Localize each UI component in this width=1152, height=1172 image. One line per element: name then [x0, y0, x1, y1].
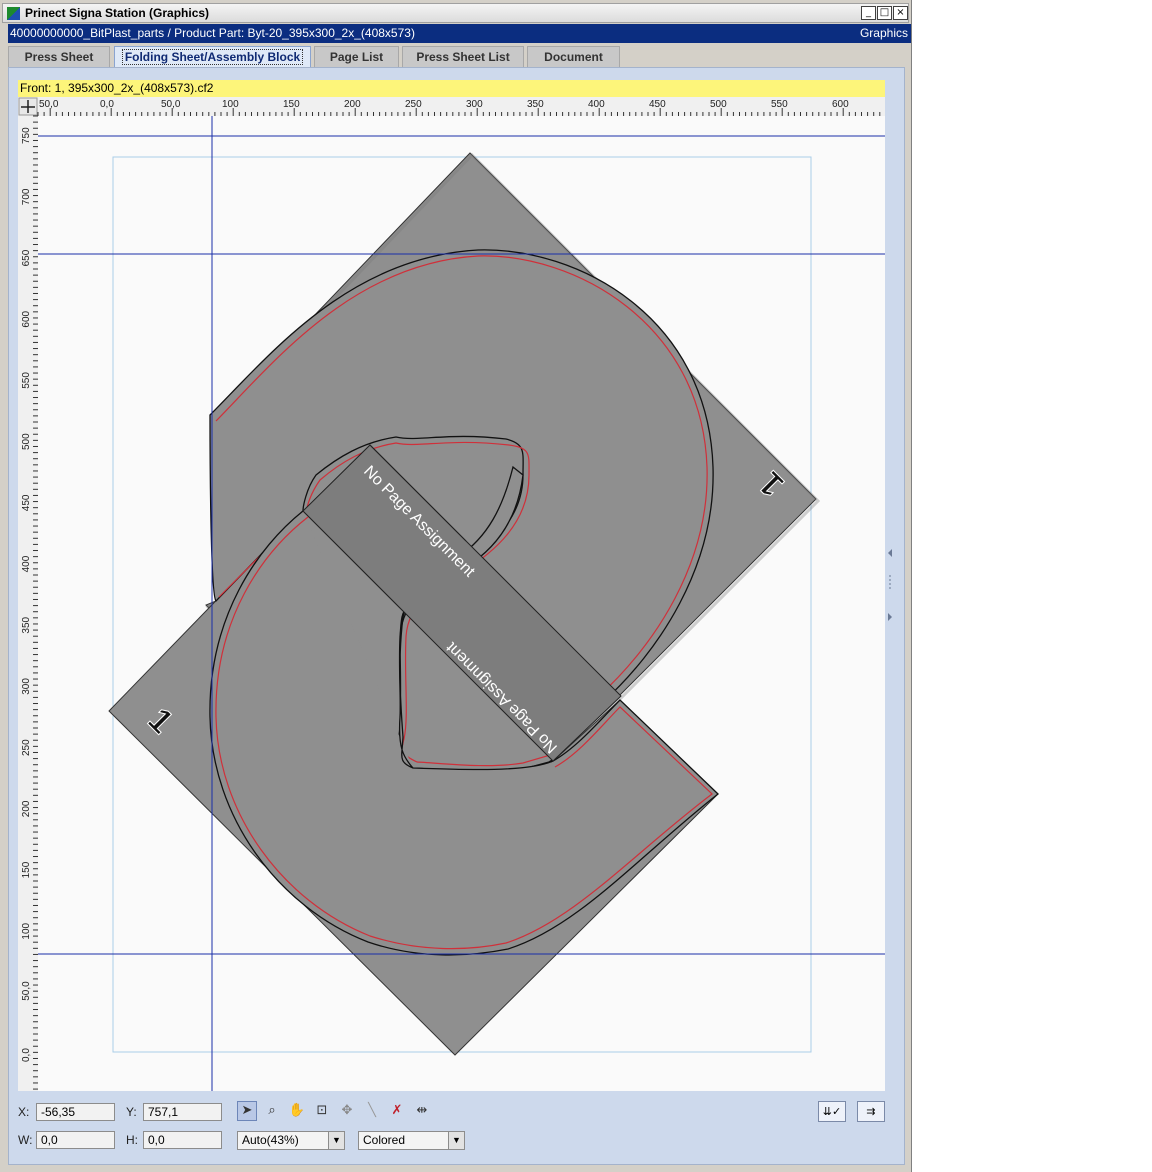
maximize-button[interactable]: □ — [877, 6, 892, 20]
w-field[interactable]: 0,0 — [36, 1131, 115, 1149]
x-field[interactable]: -56,35 — [36, 1103, 115, 1121]
select-arrow-icon[interactable]: ➤ — [237, 1101, 257, 1121]
minimize-button[interactable]: _ — [861, 6, 876, 20]
top-ruler-label: 200 — [344, 99, 361, 110]
sheet-header: Front: 1, 395x300_2x_(408x573).cf2 — [18, 80, 885, 97]
top-ruler-label: 250 — [405, 99, 422, 110]
display-mode-select[interactable]: Colored ▼ — [358, 1131, 465, 1150]
title-bar: Prinect Signa Station (Graphics) _ □ × — [2, 3, 909, 23]
chevron-down-icon[interactable]: ▼ — [448, 1132, 464, 1149]
app-window: Prinect Signa Station (Graphics) _ □ × 4… — [0, 0, 912, 1172]
left-ruler-label: 100 — [21, 922, 32, 939]
top-ruler-label: 550 — [771, 99, 788, 110]
job-path: 40000000000_BitPlast_parts / Product Par… — [10, 26, 415, 40]
top-ruler-label: 0,0 — [100, 99, 114, 110]
tab-page-list[interactable]: Page List — [314, 46, 399, 68]
left-ruler-label: 700 — [21, 188, 32, 205]
zoom-select[interactable]: Auto(43%) ▼ — [237, 1131, 345, 1150]
y-field[interactable]: 757,1 — [143, 1103, 222, 1121]
left-ruler-label: 0,0 — [21, 1048, 32, 1062]
tab-document[interactable]: Document — [527, 46, 620, 68]
y-label: Y: — [126, 1105, 137, 1119]
top-ruler-label: 450 — [649, 99, 666, 110]
top-ruler-label: 500 — [710, 99, 727, 110]
left-ruler-label: 350 — [21, 616, 32, 633]
top-ruler-label: 600 — [832, 99, 849, 110]
w-label: W: — [18, 1133, 33, 1147]
apply-button[interactable]: ⇉ — [857, 1101, 885, 1122]
left-ruler-label: 500 — [21, 433, 32, 450]
top-ruler-label: 150 — [283, 99, 300, 110]
measure-line-icon[interactable]: ╲ — [362, 1101, 382, 1121]
top-ruler-label: 100 — [222, 99, 239, 110]
left-ruler-label: 150 — [21, 861, 32, 878]
left-ruler-label: 650 — [21, 249, 32, 266]
left-ruler-label: 200 — [21, 800, 32, 817]
tab-press-sheet[interactable]: Press Sheet — [8, 46, 110, 68]
pan-hand-icon[interactable]: ✋ — [287, 1101, 307, 1121]
left-ruler-label: 600 — [21, 310, 32, 327]
top-ruler-label: 400 — [588, 99, 605, 110]
tab-press-sheet-list[interactable]: Press Sheet List — [402, 46, 524, 68]
top-ruler-label: 50,0 — [161, 99, 181, 110]
display-mode-value: Colored — [363, 1133, 406, 1147]
tab-folding-sheet-assembly-block[interactable]: Folding Sheet/Assembly Block — [114, 46, 311, 68]
left-ruler-label: 50,0 — [21, 981, 32, 1001]
left-ruler-label: 750 — [21, 127, 32, 144]
no-print-icon[interactable]: ✗ — [387, 1101, 407, 1121]
top-ruler-label: 300 — [466, 99, 483, 110]
close-button[interactable]: × — [893, 6, 908, 20]
crop-icon[interactable]: ⊡ — [312, 1101, 332, 1121]
zoom-value: Auto(43%) — [242, 1133, 299, 1147]
graphics-canvas[interactable]: 50,0 0,0 50,0 100 150 200 250 300 350 400 450 500 55… — [18, 97, 885, 1091]
chevron-down-icon[interactable]: ▼ — [328, 1132, 344, 1149]
fit-width-icon[interactable]: ⇹ — [412, 1101, 432, 1121]
left-ruler-label: 300 — [21, 678, 32, 695]
canvas-drawing[interactable]: 50,0 0,0 50,0 100 150 200 250 300 350 400 450 500 55… — [18, 97, 885, 1091]
accept-changes-button[interactable]: ⇊✓ — [818, 1101, 846, 1122]
top-ruler-label: 350 — [527, 99, 544, 110]
h-field[interactable]: 0,0 — [143, 1131, 222, 1149]
left-ruler-label: 450 — [21, 494, 32, 511]
app-icon — [7, 7, 20, 20]
path-bar: 40000000000_BitPlast_parts / Product Par… — [8, 24, 911, 43]
sheet-header-text: Front: 1, 395x300_2x_(408x573).cf2 — [20, 81, 214, 95]
left-ruler-label: 550 — [21, 372, 32, 389]
left-ruler-label: 250 — [21, 739, 32, 756]
splitter-handle[interactable] — [887, 545, 893, 625]
top-ruler-label: 50,0 — [39, 99, 59, 110]
tab-bar: Press Sheet Folding Sheet/Assembly Block… — [8, 46, 908, 68]
left-ruler-label: 400 — [21, 555, 32, 572]
window-title: Prinect Signa Station (Graphics) — [25, 6, 210, 20]
h-label: H: — [126, 1133, 138, 1147]
x-label: X: — [18, 1105, 30, 1119]
zoom-icon[interactable]: ⌕ — [262, 1101, 282, 1121]
mode-label: Graphics — [859, 26, 908, 40]
move-icon[interactable]: ✥ — [337, 1101, 357, 1121]
